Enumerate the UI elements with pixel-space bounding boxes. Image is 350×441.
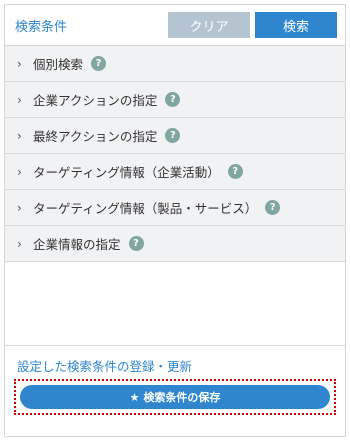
condition-targeting-products[interactable]: › ターゲティング情報（製品・サービス） ? [5,190,345,226]
condition-last-action[interactable]: › 最終アクションの指定 ? [5,118,345,154]
condition-targeting-activity[interactable]: › ターゲティング情報（企業活動） ? [5,154,345,190]
save-button-label: 検索条件の保存 [143,391,221,404]
conditions-list: › 個別検索 ? › 企業アクションの指定 ? › 最終アクションの指定 ? ›… [5,45,345,262]
help-icon[interactable]: ? [165,128,181,143]
condition-label: 企業アクションの指定 [33,93,158,108]
condition-company-action[interactable]: › 企業アクションの指定 ? [5,82,345,118]
save-button-highlight: ★ 検索条件の保存 [14,379,336,415]
condition-label: 最終アクションの指定 [33,129,158,144]
condition-company-info[interactable]: › 企業情報の指定 ? [5,226,345,262]
condition-label: ターゲティング情報（製品・サービス） [33,201,258,216]
help-icon[interactable]: ? [91,56,107,71]
star-icon: ★ [129,390,140,404]
search-conditions-panel: 検索条件 クリア 検索 › 個別検索 ? › 企業アクションの指定 ? › 最終… [4,4,346,437]
clear-button[interactable]: クリア [168,12,250,38]
chevron-right-icon: › [17,128,22,143]
condition-individual-search[interactable]: › 個別検索 ? [5,46,345,82]
help-icon[interactable]: ? [265,200,281,215]
register-update-link[interactable]: 設定した検索条件の登録・更新 [17,356,192,375]
save-conditions-button[interactable]: ★ 検索条件の保存 [20,385,330,409]
condition-label: 企業情報の指定 [33,237,121,252]
chevron-right-icon: › [17,164,22,179]
panel-title: 検索条件 [15,19,68,35]
chevron-right-icon: › [17,92,22,107]
help-icon[interactable]: ? [227,164,243,179]
condition-label: ターゲティング情報（企業活動） [33,165,220,180]
search-button[interactable]: 検索 [255,12,337,38]
chevron-right-icon: › [17,200,22,215]
chevron-right-icon: › [17,236,22,251]
condition-label: 個別検索 [33,57,84,72]
panel-header: 検索条件 クリア 検索 [5,5,345,45]
help-icon[interactable]: ? [128,236,144,251]
chevron-right-icon: › [17,56,22,71]
panel-footer: 設定した検索条件の登録・更新 ★ 検索条件の保存 [5,345,345,436]
help-icon[interactable]: ? [165,92,181,107]
